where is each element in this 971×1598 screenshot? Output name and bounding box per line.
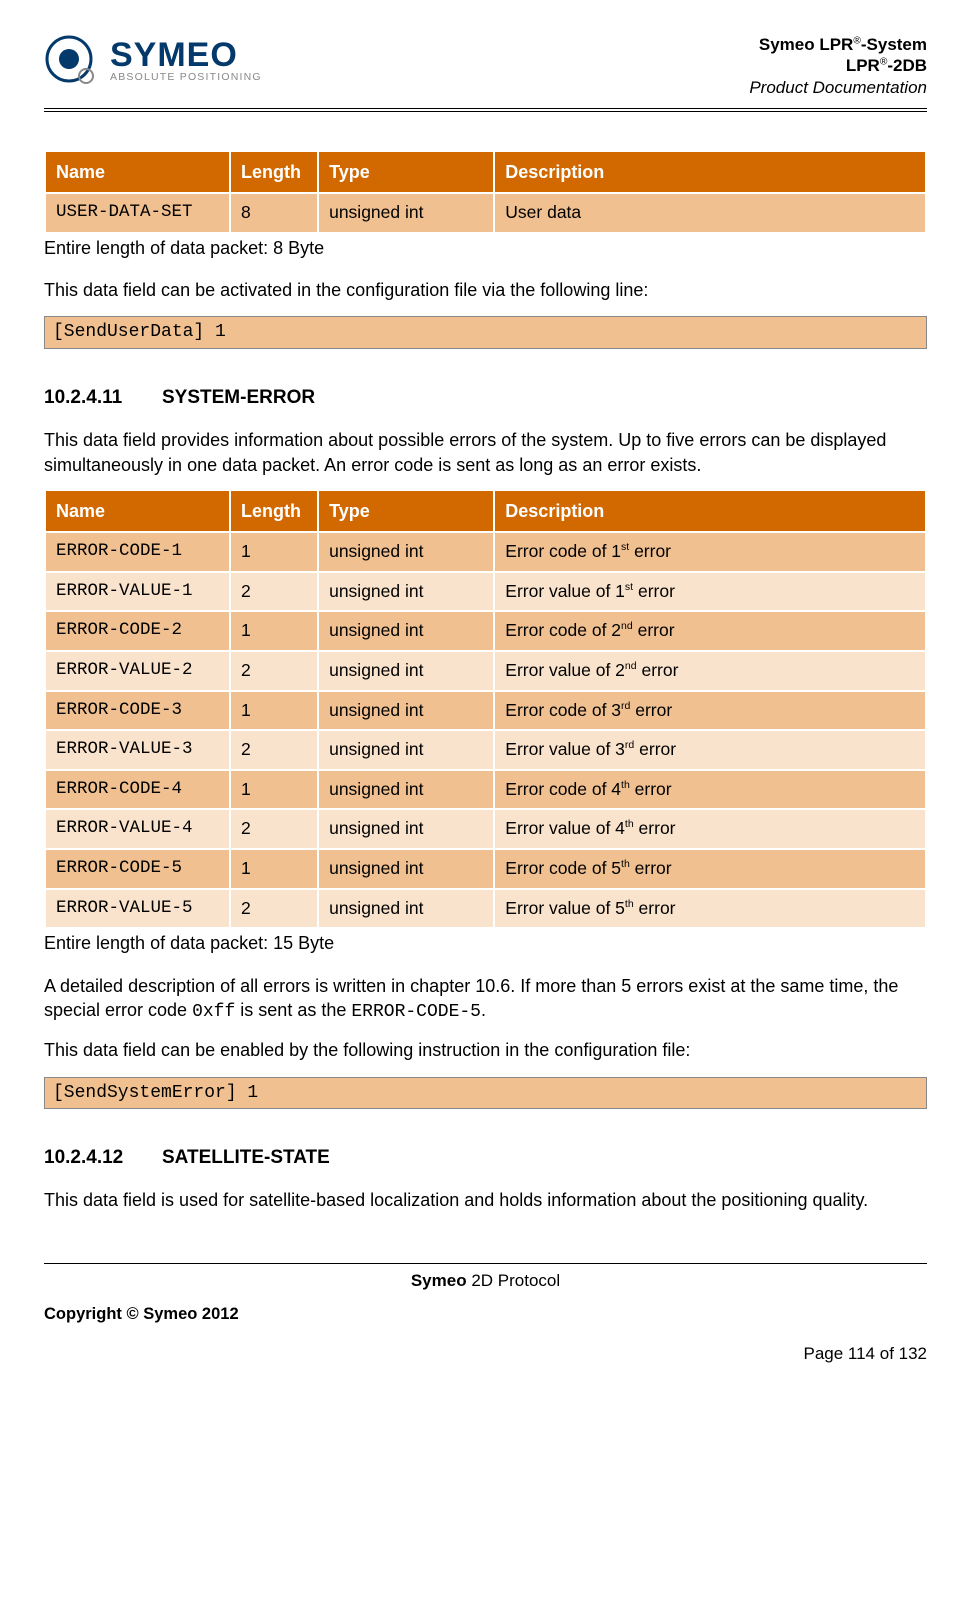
table2-footer: Entire length of data packet: 15 Byte [44, 931, 927, 955]
paragraph: This data field can be activated in the … [44, 278, 927, 302]
section-heading-system-error: 10.2.4.11SYSTEM-ERROR [44, 385, 927, 411]
th-desc: Description [494, 491, 926, 532]
section-heading-satellite-state: 10.2.4.12SATELLITE-STATE [44, 1145, 927, 1171]
paragraph: This data field can be enabled by the fo… [44, 1038, 927, 1062]
th-length: Length [230, 491, 318, 532]
table-row: ERROR-VALUE-12unsigned intError value of… [45, 572, 926, 612]
th-name: Name [45, 152, 230, 193]
header-doc-title: Symeo LPR®-System LPR®-2DB Product Docum… [749, 34, 927, 98]
table-row: ERROR-CODE-21unsigned intError code of 2… [45, 611, 926, 651]
th-type: Type [318, 152, 494, 193]
table-row: ERROR-VALUE-22unsigned intError value of… [45, 651, 926, 691]
table-row: ERROR-CODE-31unsigned intError code of 3… [45, 691, 926, 731]
table-row: ERROR-CODE-41unsigned intError code of 4… [45, 770, 926, 810]
logo-icon [44, 34, 98, 88]
header-rule [44, 108, 927, 112]
table-row: ERROR-VALUE-52unsigned intError value of… [45, 889, 926, 929]
footer-center: Symeo 2D Protocol [44, 1270, 927, 1293]
paragraph: This data field is used for satellite-ba… [44, 1188, 927, 1212]
page-header: SYMEO ABSOLUTE POSITIONING Symeo LPR®-Sy… [44, 34, 927, 108]
user-data-table: Name Length Type Description USER-DATA-S… [44, 152, 927, 234]
config-code: [SendSystemError] 1 [44, 1077, 927, 1109]
table1-footer: Entire length of data packet: 8 Byte [44, 236, 927, 260]
table-row: ERROR-CODE-51unsigned intError code of 5… [45, 849, 926, 889]
footer-page-number: Page 114 of 132 [44, 1343, 927, 1366]
table-row: ERROR-VALUE-42unsigned intError value of… [45, 809, 926, 849]
th-name: Name [45, 491, 230, 532]
paragraph: A detailed description of all errors is … [44, 974, 927, 1025]
table-row: ERROR-CODE-11unsigned intError code of 1… [45, 532, 926, 572]
config-code: [SendUserData] 1 [44, 316, 927, 348]
logo: SYMEO ABSOLUTE POSITIONING [44, 34, 262, 88]
logo-sub-text: ABSOLUTE POSITIONING [110, 73, 262, 83]
th-type: Type [318, 491, 494, 532]
table-row: ERROR-VALUE-32unsigned intError value of… [45, 730, 926, 770]
logo-main-text: SYMEO [110, 39, 262, 71]
table-row: USER-DATA-SET 8 unsigned int User data [45, 193, 926, 233]
paragraph: This data field provides information abo… [44, 428, 927, 477]
footer-copyright: Copyright © Symeo 2012 [44, 1303, 927, 1325]
th-desc: Description [494, 152, 926, 193]
system-error-table: Name Length Type Description ERROR-CODE-… [44, 491, 927, 930]
page-footer: Symeo 2D Protocol Copyright © Symeo 2012… [44, 1263, 927, 1366]
th-length: Length [230, 152, 318, 193]
